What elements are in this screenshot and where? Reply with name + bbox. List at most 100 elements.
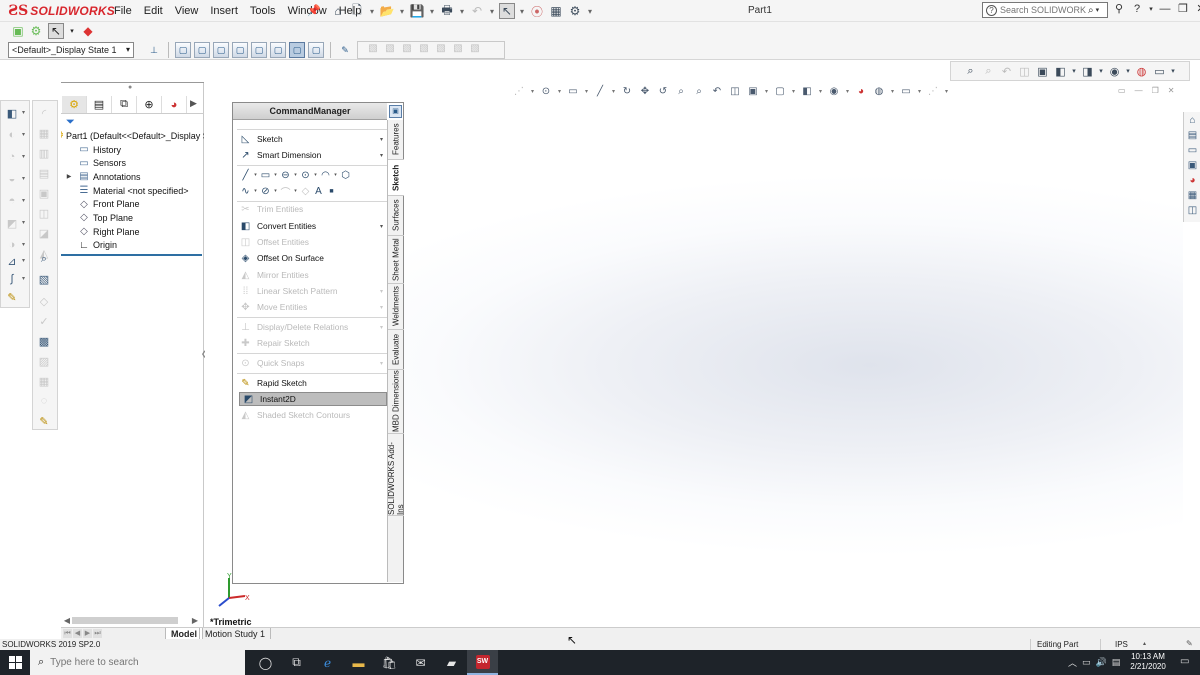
help-search-input[interactable] <box>1000 5 1086 15</box>
help-dropdown-icon[interactable]: ▾ <box>1148 5 1154 13</box>
chevron-down-icon[interactable]: ▾ <box>380 324 383 331</box>
line-tool-icon[interactable]: ╱ <box>593 86 607 97</box>
expand-arrow-icon[interactable]: ▶ <box>61 173 77 180</box>
tab-features[interactable]: Features <box>388 120 404 160</box>
section-view-icon[interactable]: ◫ <box>728 86 742 97</box>
show-hidden-icons-icon[interactable]: ︿ <box>1068 656 1077 669</box>
lofted-boss-icon[interactable]: ◒ <box>4 171 20 187</box>
options-dropdown-icon[interactable]: ▾ <box>586 3 594 19</box>
tab-mbd-dimensions[interactable]: MBD Dimensions <box>388 370 404 434</box>
trim-entities-button[interactable]: ✂ Trim Entities <box>237 202 387 216</box>
pan-icon[interactable]: ✥ <box>638 86 652 97</box>
user-account-icon[interactable]: ⚲ <box>1112 2 1126 15</box>
geometric-tolerance-icon[interactable]: ▧ <box>434 43 448 57</box>
tab-sheet-metal[interactable]: Sheet Metal <box>388 236 404 284</box>
curvature-icon[interactable]: ◌ <box>36 393 52 409</box>
tab-featuremanager-design-tree[interactable]: ⚙ <box>62 96 87 113</box>
select-tool-icon[interactable]: ↖ <box>48 23 64 39</box>
tab-configuration-manager[interactable]: ⧉ <box>112 96 137 113</box>
right-view-icon[interactable]: ▢ <box>232 42 248 58</box>
print-icon[interactable]: 🖶 <box>439 3 455 19</box>
taskbar-search-box[interactable]: ⌕ <box>30 650 245 675</box>
menu-tools[interactable]: Tools <box>244 5 282 17</box>
pin-icon[interactable]: ▣ <box>389 105 402 118</box>
system-clock[interactable]: 10:13 AM 2/21/2020 <box>1126 652 1170 672</box>
mass-properties-icon[interactable]: ▧ <box>36 271 52 287</box>
tree-horizontal-scrollbar[interactable]: ◀ ▶ <box>62 615 202 626</box>
tree-item-material[interactable]: ☰ Material <not specified> <box>61 184 204 198</box>
isometric-view-icon[interactable]: ▢ <box>289 42 305 58</box>
arc-icon[interactable]: ◠ <box>320 170 331 181</box>
circle-icon[interactable]: ⊙ <box>300 170 311 181</box>
taskbar-search-input[interactable] <box>50 657 221 668</box>
display-style-dropdown-icon[interactable]: ▾ <box>1071 67 1077 75</box>
tab-solidworks-addins[interactable]: SOLIDWORKS Add-Ins <box>387 434 405 516</box>
repair-sketch-button[interactable]: ✚ Repair Sketch <box>237 336 387 350</box>
first-tab-icon[interactable]: ⏮ <box>63 629 72 638</box>
assembly-icon[interactable]: ⚙ <box>28 23 44 39</box>
menu-file[interactable]: File <box>108 5 138 17</box>
tab-sketch[interactable]: Sketch <box>388 160 404 196</box>
appearances-scenes-icon[interactable]: ◕ <box>1186 174 1199 187</box>
offset-entities-button[interactable]: ◫ Offset Entities <box>237 235 387 249</box>
open-folder-icon[interactable]: 📂 <box>379 3 395 19</box>
ellipse-icon[interactable]: ⊘ <box>260 186 271 197</box>
plane-sketch-icon[interactable]: ◇ <box>300 186 311 197</box>
chevron-up-icon[interactable]: ▴ <box>1143 640 1146 647</box>
datum-icon[interactable]: ▧ <box>417 43 431 57</box>
save-icon[interactable]: 💾 <box>409 3 425 19</box>
fillet-sketch-icon[interactable]: ⌒ <box>280 184 291 199</box>
viewport-restore-icon[interactable]: ❐ <box>1152 86 1159 95</box>
view-palette-icon[interactable]: ▣ <box>1186 159 1199 172</box>
viewport-close-icon[interactable]: ✕ <box>1168 86 1175 95</box>
last-tab-icon[interactable]: ⏭ <box>93 629 102 638</box>
menu-view[interactable]: View <box>169 5 205 17</box>
search-dropdown-icon[interactable]: ▾ <box>1096 6 1100 14</box>
rollback-bar[interactable] <box>61 254 202 256</box>
design-library-icon[interactable]: ▤ <box>1186 129 1199 142</box>
start-button[interactable] <box>0 650 30 675</box>
menu-edit[interactable]: Edit <box>138 5 169 17</box>
instant2d-button[interactable]: ◩ Instant2D <box>239 392 387 406</box>
zoom-to-area-icon[interactable]: ⌕ <box>692 86 706 97</box>
volume-icon[interactable]: 🔊 <box>1096 657 1107 668</box>
unit-system-select[interactable]: IPS <box>1115 640 1128 649</box>
mail-icon[interactable]: ✉ <box>405 650 436 675</box>
view-setting-icon[interactable]: ▭ <box>899 86 913 97</box>
hide-show-items-icon[interactable]: ◨ <box>1080 65 1095 78</box>
display-style-icon[interactable]: ◧ <box>800 86 814 97</box>
help-icon[interactable]: ? <box>1130 3 1144 15</box>
viewport-minimize-icon[interactable]: — <box>1135 86 1143 95</box>
solidworks-forum-icon[interactable]: ◫ <box>1186 204 1199 217</box>
select-dropdown-icon[interactable]: ▾ <box>518 3 526 19</box>
traffic-light-rebuild-icon[interactable]: ⦿ <box>529 3 545 19</box>
zoom-in-out-icon[interactable]: ⌕ <box>674 86 688 97</box>
normal-to-icon[interactable]: ⊥ <box>146 42 162 58</box>
section-properties-icon[interactable]: ◇ <box>36 293 52 309</box>
linear-pattern-icon[interactable]: ▦ <box>36 125 52 141</box>
intersect-icon[interactable]: ◪ <box>36 225 52 241</box>
panel-grip-icon[interactable]: ● <box>128 84 132 91</box>
keyboard-icon[interactable]: ▤ <box>1112 657 1121 668</box>
menu-insert[interactable]: Insert <box>204 5 244 17</box>
search-icon[interactable]: ⌕ <box>1088 5 1094 16</box>
tab-dimxpert-manager[interactable]: ⊕ <box>137 96 162 113</box>
rib-icon[interactable]: ▥ <box>36 145 52 161</box>
bottom-view-icon[interactable]: ▢ <box>270 42 286 58</box>
close-icon[interactable]: ✕ <box>1194 2 1200 15</box>
tab-display-manager[interactable]: ◕ <box>162 96 187 113</box>
linear-sketch-pattern-button[interactable]: ⁞⁞ Linear Sketch Pattern ▾ <box>237 284 387 298</box>
zoom-to-fit-icon[interactable]: ⌕ <box>963 65 978 78</box>
tree-item-right-plane[interactable]: ◇ Right Plane <box>61 225 204 239</box>
check-icon[interactable]: ✓ <box>36 313 52 329</box>
hide-show-icon[interactable]: ◉ <box>827 86 841 97</box>
screen-capture-icon[interactable]: ⋰ <box>926 86 940 97</box>
extruded-cut-icon[interactable]: ◩ <box>4 215 20 231</box>
options-gear-icon[interactable]: ⚙ <box>567 3 583 19</box>
deviation-analysis-icon[interactable]: ▨ <box>36 353 52 369</box>
draft-icon[interactable]: ▤ <box>36 165 52 181</box>
slot-icon[interactable]: ⊖ <box>280 170 291 181</box>
auto-dimension-icon[interactable]: ▧ <box>366 43 380 57</box>
appearance-dropdown-icon[interactable]: ▾ <box>1125 67 1131 75</box>
point-icon[interactable]: ■ <box>326 188 337 195</box>
